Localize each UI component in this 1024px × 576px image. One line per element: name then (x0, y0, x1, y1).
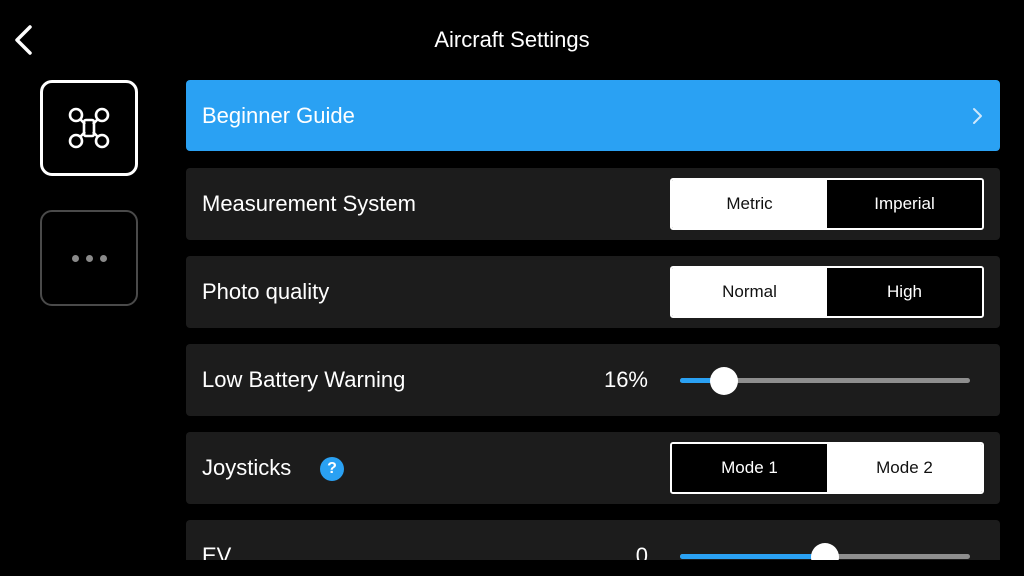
mode-2-option[interactable]: Mode 2 (827, 444, 982, 492)
joysticks-mode-toggle[interactable]: Mode 1 Mode 2 (670, 442, 984, 494)
chevron-right-icon (973, 108, 982, 124)
low-battery-warning-label: Low Battery Warning (202, 367, 406, 392)
measurement-system-label: Measurement System (202, 191, 416, 216)
measurement-system-row: Measurement System Metric Imperial (186, 168, 1000, 240)
sidebar-tab-more[interactable] (40, 210, 138, 306)
photo-quality-row: Photo quality Normal High (186, 256, 1000, 328)
sidebar-tab-aircraft[interactable] (40, 80, 138, 176)
slider-thumb[interactable] (811, 543, 839, 560)
settings-list[interactable]: Beginner Guide Measurement System Metric… (186, 80, 1000, 560)
joysticks-label: Joysticks (202, 455, 292, 480)
photo-quality-label: Photo quality (202, 279, 330, 304)
low-battery-warning-row: Low Battery Warning 16% (186, 344, 1000, 416)
help-icon[interactable]: ? (320, 457, 344, 481)
beginner-guide-label: Beginner Guide (202, 103, 355, 128)
ev-value: 0 (635, 543, 648, 560)
imperial-option[interactable]: Imperial (827, 180, 982, 228)
drone-icon (68, 107, 110, 149)
ev-slider[interactable] (680, 542, 970, 560)
mode-1-option[interactable]: Mode 1 (672, 444, 827, 492)
measurement-system-toggle[interactable]: Metric Imperial (670, 178, 984, 230)
metric-option[interactable]: Metric (672, 180, 827, 228)
photo-quality-toggle[interactable]: Normal High (670, 266, 984, 318)
high-option[interactable]: High (827, 268, 982, 316)
beginner-guide-row[interactable]: Beginner Guide (186, 80, 1000, 151)
low-battery-slider[interactable] (680, 366, 970, 395)
ev-row: EV 0 (186, 520, 1000, 560)
joysticks-row: Joysticks ? Mode 1 Mode 2 (186, 432, 1000, 504)
low-battery-value: 16% (603, 367, 648, 392)
slider-fill (680, 554, 825, 559)
normal-option[interactable]: Normal (672, 268, 827, 316)
more-dots-icon (71, 254, 107, 262)
page-title: Aircraft Settings (434, 27, 590, 52)
ev-label: EV (202, 543, 232, 560)
slider-thumb[interactable] (709, 367, 738, 395)
